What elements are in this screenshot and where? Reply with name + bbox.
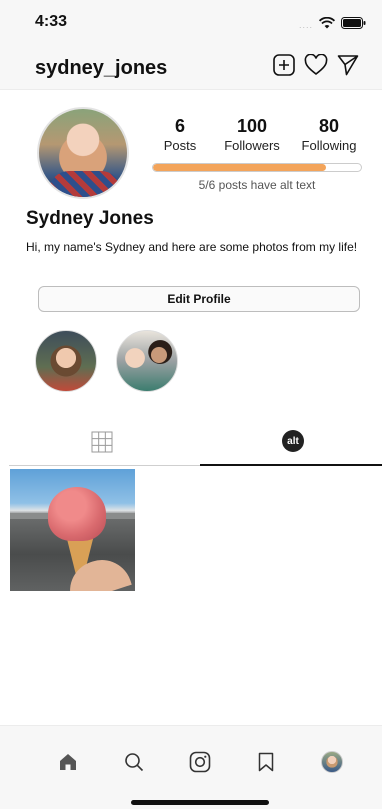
status-icons: ....	[299, 16, 366, 34]
stat-posts[interactable]: 6 Posts	[150, 116, 210, 153]
tab-grid[interactable]	[9, 418, 195, 466]
battery-icon	[341, 16, 366, 34]
story-highlight-2[interactable]	[116, 330, 178, 392]
heart-icon	[304, 54, 328, 76]
status-bar: 4:33 ....	[0, 0, 382, 44]
profile-bio: Hi, my name's Sydney and here are some p…	[26, 240, 358, 254]
alt-text-progress-bar	[152, 163, 362, 172]
alt-text-progress-fill	[153, 164, 327, 171]
nav-saved[interactable]	[254, 750, 278, 774]
stat-posts-label: Posts	[163, 138, 197, 153]
signal-icon: ....	[298, 20, 313, 30]
plus-square-icon	[273, 54, 295, 76]
bottom-nav	[0, 725, 382, 809]
alt-badge: alt	[282, 430, 304, 452]
send-icon	[337, 55, 359, 76]
profile-stats: 6 Posts 100 Followers 80 Following	[150, 116, 364, 153]
stat-followers[interactable]: 100 Followers	[212, 116, 292, 153]
activity-button[interactable]	[304, 53, 328, 77]
profile-avatar[interactable]	[37, 107, 129, 199]
nav-search[interactable]	[122, 750, 146, 774]
profile-tabs: alt	[9, 418, 382, 466]
stat-followers-label: Followers	[224, 138, 280, 153]
stat-following-count: 80	[318, 116, 340, 136]
reels-icon	[189, 751, 211, 773]
display-name: Sydney Jones	[26, 208, 154, 229]
nav-reels[interactable]	[188, 750, 212, 774]
direct-message-button[interactable]	[336, 53, 360, 77]
bookmark-icon	[258, 752, 274, 772]
edit-profile-button[interactable]: Edit Profile	[38, 286, 360, 312]
profile-avatar-mini	[321, 751, 343, 773]
nav-home[interactable]	[56, 750, 80, 774]
story-highlight-1[interactable]	[35, 330, 97, 392]
wifi-icon	[318, 16, 336, 34]
search-icon	[125, 753, 144, 772]
stat-followers-count: 100	[236, 116, 268, 136]
alt-text-caption: 5/6 posts have alt text	[198, 178, 316, 192]
tab-alt-text[interactable]: alt	[200, 418, 382, 466]
photo-scoop	[48, 487, 106, 541]
status-time: 4:33	[35, 13, 68, 30]
stat-posts-count: 6	[174, 116, 185, 136]
grid-icon	[91, 431, 113, 453]
header-actions	[272, 53, 360, 77]
stat-following-label: Following	[301, 138, 357, 153]
post-thumbnail-ice-cream[interactable]	[10, 469, 135, 591]
home-indicator	[131, 800, 269, 805]
new-post-button[interactable]	[272, 53, 296, 77]
nav-profile[interactable]	[320, 750, 344, 774]
home-icon	[60, 754, 76, 770]
avatar-shirt	[49, 171, 121, 197]
stat-following[interactable]: 80 Following	[294, 116, 364, 153]
profile-header: sydney_jones	[0, 44, 382, 90]
header-username: sydney_jones	[35, 57, 168, 79]
